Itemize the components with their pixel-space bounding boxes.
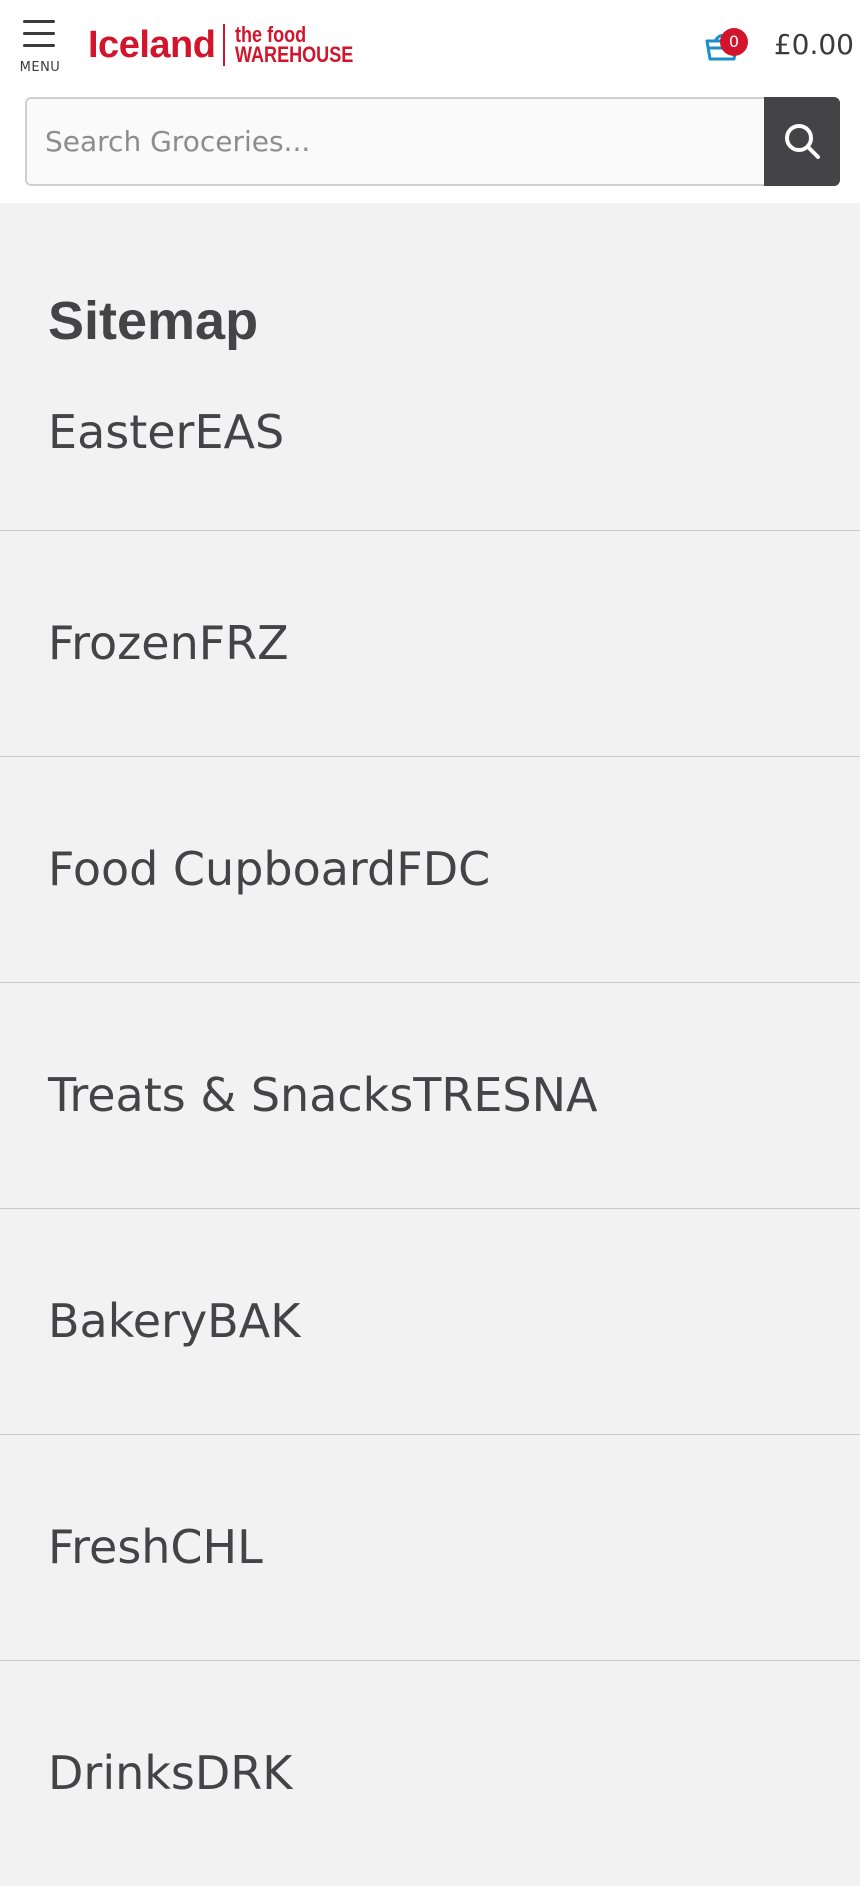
sitemap-item-label: DrinksDRK xyxy=(48,1746,293,1800)
sitemap-item[interactable]: EasterEAS xyxy=(0,395,860,530)
iceland-logo[interactable]: Iceland the food WAREHOUSE xyxy=(88,22,380,68)
logo-tagline: the food WAREHOUSE xyxy=(235,24,354,67)
search-icon xyxy=(785,124,820,159)
sitemap-item[interactable]: FrozenFRZ xyxy=(0,530,860,756)
sitemap-item-label: BakeryBAK xyxy=(48,1294,301,1348)
search-input[interactable] xyxy=(25,97,764,186)
sitemap-list: EasterEAS FrozenFRZ Food CupboardFDC Tre… xyxy=(0,395,860,1886)
page-title: Sitemap xyxy=(48,291,259,351)
sitemap-item-label: Treats & SnacksTRESNA xyxy=(48,1068,598,1122)
search-button[interactable] xyxy=(764,97,840,186)
logo-divider xyxy=(223,24,226,66)
sitemap-item-label: FrozenFRZ xyxy=(48,616,289,670)
menu-button[interactable]: MENU xyxy=(14,16,66,82)
top-bar: MENU Iceland the food WAREHOUSE 0 £0.00 xyxy=(0,0,860,203)
sitemap-item[interactable]: Treats & SnacksTRESNA xyxy=(0,982,860,1208)
basket-total[interactable]: £0.00 xyxy=(760,28,854,61)
basket-button[interactable]: 0 xyxy=(700,16,748,68)
menu-label: MENU xyxy=(19,60,61,75)
sitemap-item[interactable]: BakeryBAK xyxy=(0,1208,860,1434)
sitemap-item-label: FreshCHL xyxy=(48,1520,263,1574)
sitemap-item-label: EasterEAS xyxy=(48,405,285,459)
sitemap-item[interactable]: FreshCHL xyxy=(0,1434,860,1660)
sitemap-item-label: Food CupboardFDC xyxy=(48,842,491,896)
basket-count-badge: 0 xyxy=(720,28,748,56)
logo-tagline-line2: WAREHOUSE xyxy=(235,42,354,67)
hamburger-icon xyxy=(23,20,55,48)
sitemap-item[interactable]: Food CupboardFDC xyxy=(0,756,860,982)
sitemap-item[interactable]: DrinksDRK xyxy=(0,1660,860,1886)
logo-brand: Iceland xyxy=(88,23,216,66)
